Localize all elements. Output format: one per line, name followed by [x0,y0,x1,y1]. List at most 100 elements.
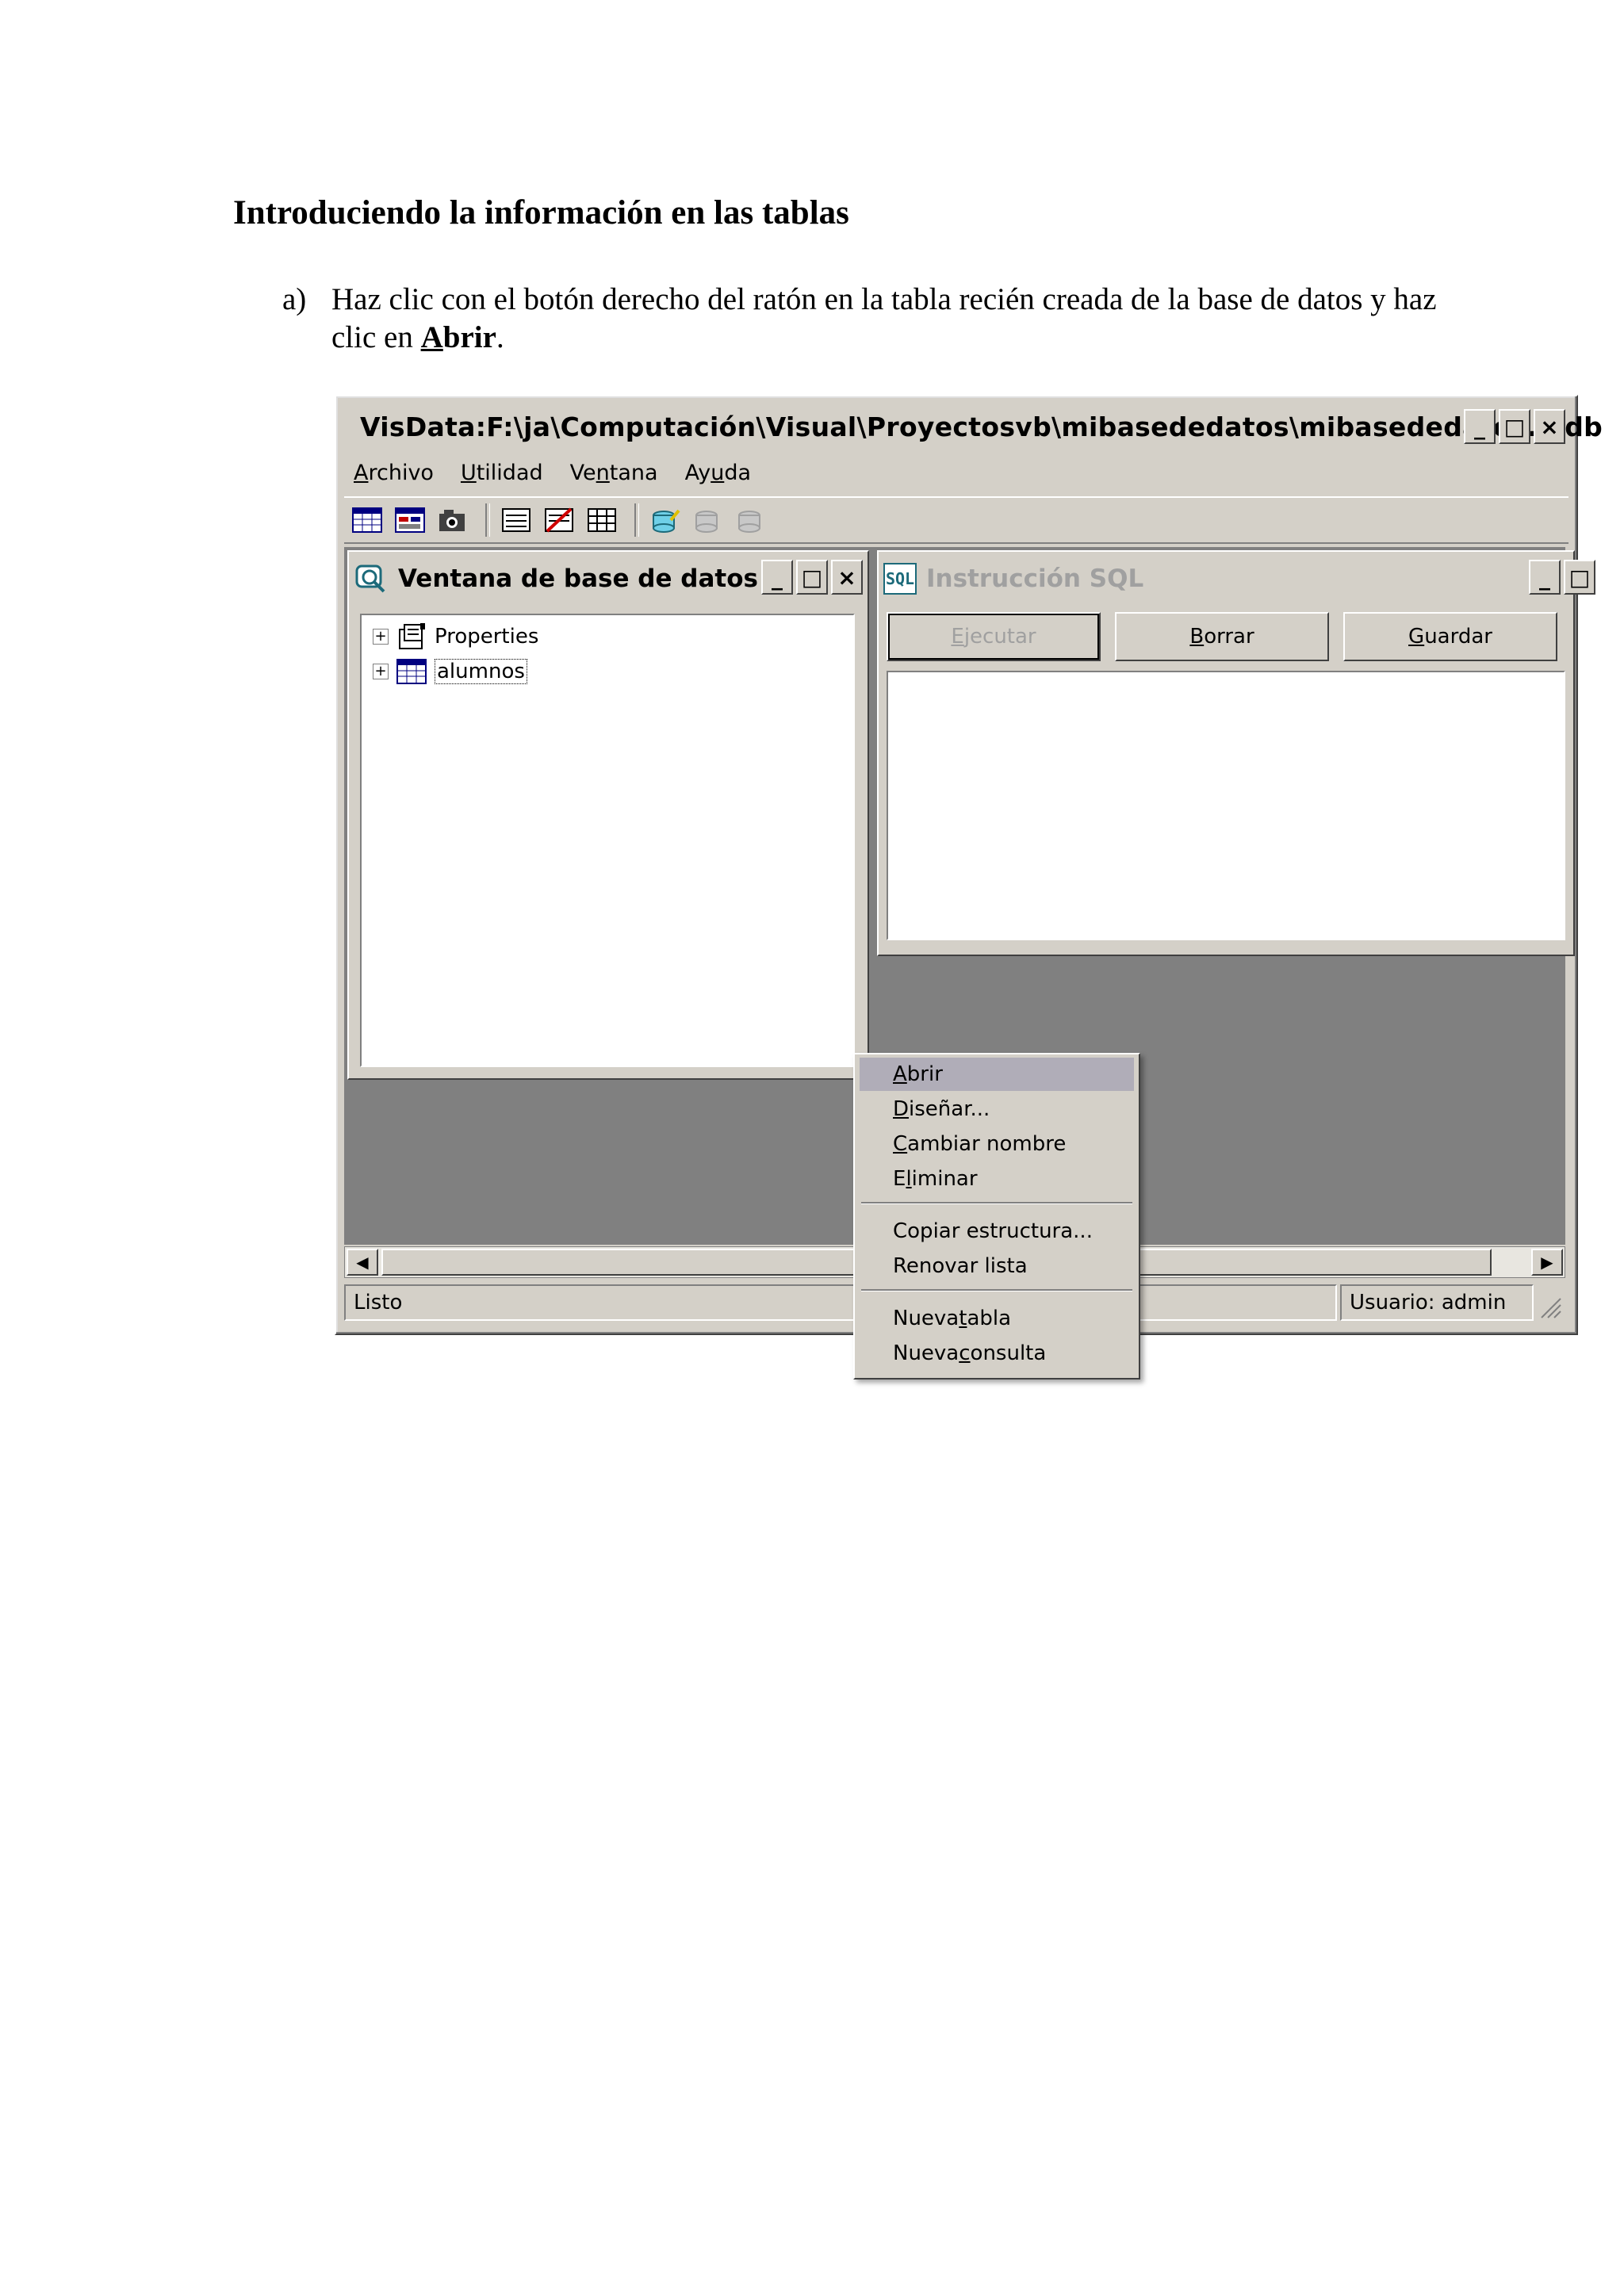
menu-utilidad[interactable]: Utilidad [461,461,543,485]
ejecutar-mnemonic: E [951,625,964,649]
menu-item-mnemonic: t [959,1307,967,1330]
visdata-icon [355,564,385,593]
menu-separator [861,1289,1132,1292]
status-user: Usuario: admin [1340,1284,1534,1321]
commit-button[interactable] [690,502,726,538]
rollback-icon [738,511,760,533]
menu-item-renovar-lista[interactable]: Renovar lista [860,1249,1134,1283]
menu-item-mnemonic: C [893,1132,908,1156]
menu-ayuda-rest: da [724,460,751,485]
minimize-button[interactable]: _ [761,560,793,595]
menu-utilidad-mnemonic: U [460,460,477,485]
menu-utilidad-rest: tilidad [476,460,543,485]
menu-item-mnemonic: A [893,1062,907,1086]
document-heading: Introduciendo la información en las tabl… [233,194,849,232]
menu-item-label: Copiar estructura... [893,1219,1093,1243]
close-button[interactable]: × [831,560,863,595]
menu-ventana[interactable]: Ventana [570,461,658,485]
window-title: VisData:F:\ja\Computación\Visual\Proyect… [360,411,1603,442]
context-menu: Abrir Diseñar... Cambiar nombre El iminar… [853,1053,1140,1380]
sql-icon: SQL [883,563,917,595]
guardar-button[interactable]: Guardar [1343,612,1557,661]
menu-item-eliminar[interactable]: El iminar [860,1162,1134,1196]
toolbar-separator [485,503,490,537]
menu-item-label: Renovar lista [893,1254,1028,1278]
menu-ventana-rest: tana [609,460,658,485]
menu-item-rest: iseñar... [909,1097,990,1121]
ejecutar-rest: jecutar [963,625,1036,649]
menu-item-rest: abla [967,1307,1012,1330]
menu-item-nueva-tabla[interactable]: Nueva t abla [860,1302,1134,1335]
no-data-control-button[interactable] [541,502,577,538]
close-button[interactable]: × [1534,409,1565,444]
menu-item-disenar[interactable]: Diseñar... [860,1093,1134,1126]
step-emphasis-rest: brir [442,320,496,354]
menu-item-nueva-consulta[interactable]: Nueva c onsulta [860,1337,1134,1370]
minimize-button[interactable]: _ [1529,560,1561,595]
properties-icon [399,623,425,649]
menu-ventana-pre: Ve [569,460,596,485]
window-titlebar[interactable]: VisData:F:\ja\Computación\Visual\Proyect… [344,404,1603,449]
begin-transaction-icon [653,509,680,533]
step-emphasis-mnemonic: A [420,320,443,354]
form-icon [395,507,425,533]
scroll-left-icon[interactable]: ◀ [347,1249,378,1276]
database-tree[interactable]: + Properties + alumnos [360,614,855,1067]
borrar-rest: orrar [1204,625,1254,649]
menu-item-rest: brir [906,1062,943,1086]
tree-item-label: Properties [435,625,539,649]
tree-item-properties[interactable]: + Properties [373,623,538,650]
database-window-titlebar[interactable]: Ventana de base de datos _ □ × [354,557,863,601]
sql-window-titlebar[interactable]: SQL Instrucción SQL _ □ [883,557,1595,601]
menu-ayuda[interactable]: Ayuda [685,461,751,485]
begin-transaction-button[interactable] [647,502,684,538]
menu-ayuda-pre: Ay [684,460,711,485]
resize-grip-icon[interactable] [1537,1294,1562,1319]
data-control-icon [502,508,530,532]
menu-archivo-rest: rchivo [368,460,434,485]
borrar-mnemonic: B [1189,625,1205,649]
ejecutar-button[interactable]: Ejecutar [887,612,1101,661]
menu-archivo[interactable]: Archivo [354,461,434,485]
status-text: Listo [344,1284,1337,1321]
step-text: Haz clic con el botón derecho del ratón … [331,281,1442,357]
database-window-title: Ventana de base de datos [398,564,758,593]
table-icon [396,659,427,684]
menu-item-cambiar-nombre[interactable]: Cambiar nombre [860,1127,1134,1161]
rollback-button[interactable] [733,502,769,538]
menu-separator [861,1202,1132,1204]
menu-item-mnemonic: c [959,1341,971,1365]
maximize-button[interactable]: □ [796,560,828,595]
expand-icon[interactable]: + [373,629,389,645]
tree-item-alumnos[interactable]: + alumnos [373,658,527,685]
database-window: Ventana de base de datos _ □ × + Propert… [347,550,869,1080]
menu-archivo-mnemonic: A [354,460,369,485]
menu-item-copiar-estructura[interactable]: Copiar estructura... [860,1215,1134,1248]
menu-item-abrir[interactable]: Abrir [860,1058,1134,1091]
sql-text-area[interactable] [887,671,1565,940]
maximize-button[interactable]: □ [1499,409,1530,444]
camera-icon [439,510,465,531]
scroll-right-icon[interactable]: ▶ [1531,1249,1563,1276]
step-emphasis: Abrir [421,320,496,354]
minimize-button[interactable]: _ [1464,409,1496,444]
sql-window: SQL Instrucción SQL _ □ Ejecutar Borrar … [877,550,1595,956]
expand-icon[interactable]: + [373,664,389,679]
menu-item-mnemonic: D [893,1097,910,1121]
grid-button[interactable] [584,502,620,538]
guardar-rest: uardar [1424,625,1492,649]
commit-icon [695,511,718,533]
table-dynaset-button[interactable] [349,502,385,538]
menu-item-pre: Nueva [893,1341,959,1365]
form-view-button[interactable] [392,502,428,538]
menu-ayuda-mnemonic: u [710,460,725,485]
snapshot-button[interactable] [435,502,471,538]
borrar-button[interactable]: Borrar [1115,612,1329,661]
maximize-button[interactable]: □ [1564,560,1595,595]
grid-icon [588,508,616,532]
tree-item-label: alumnos [435,659,527,684]
menu-item-rest: ambiar nombre [907,1132,1067,1156]
sql-window-title: Instrucción SQL [926,564,1144,593]
guardar-mnemonic: G [1408,625,1425,649]
data-control-button[interactable] [498,502,534,538]
